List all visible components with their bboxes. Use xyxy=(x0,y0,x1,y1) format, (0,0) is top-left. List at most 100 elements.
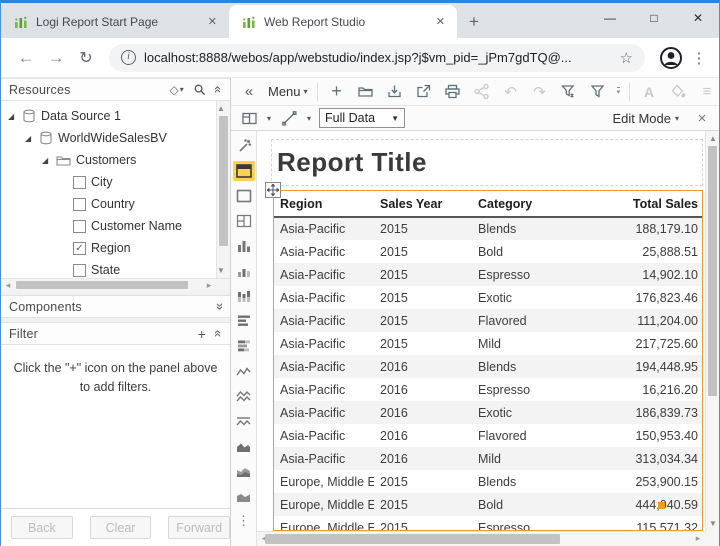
expand-icon[interactable]: ◢ xyxy=(25,134,34,143)
search-icon[interactable] xyxy=(193,83,206,96)
filter-panel-header[interactable]: Filter + « xyxy=(1,322,230,345)
share-icon[interactable] xyxy=(472,82,492,102)
url-text[interactable]: localhost:8888/webos/app/webstudio/index… xyxy=(144,50,612,65)
field-checkbox[interactable]: ✓ xyxy=(73,242,86,255)
scroll-right-icon[interactable]: ▸ xyxy=(691,533,705,544)
table-row[interactable]: Europe, Middle Ea2015Blends253,900.15 xyxy=(274,470,703,493)
resources-panel-header[interactable]: Resources ◇▾ « xyxy=(1,78,230,101)
tree-item-country[interactable]: Country xyxy=(1,193,216,215)
back-button[interactable]: Back xyxy=(11,516,73,539)
table-row[interactable]: Asia-Pacific2016Blends194,448.95 xyxy=(274,355,703,378)
field-checkbox[interactable] xyxy=(73,176,86,189)
benchmark-line-chart-icon[interactable] xyxy=(233,411,255,431)
table-row[interactable]: Asia-Pacific2015Bold25,888.51 xyxy=(274,240,703,263)
percent-area-chart-icon[interactable] xyxy=(233,486,255,506)
tree-item-data-source-1[interactable]: ◢Data Source 1 xyxy=(1,105,216,127)
tree-item-region[interactable]: ✓Region xyxy=(1,237,216,259)
filter-icon[interactable] xyxy=(588,82,608,102)
report-canvas[interactable]: Report Title Regio xyxy=(257,131,719,546)
close-report-icon[interactable]: × xyxy=(693,110,711,127)
column-header-region[interactable]: Region xyxy=(274,191,374,217)
scrollbar-thumb[interactable] xyxy=(265,534,560,544)
column-header-sales-year[interactable]: Sales Year xyxy=(374,191,472,217)
table-row[interactable]: Asia-Pacific2016Exotic186,839.73 xyxy=(274,401,703,424)
collapse-panel-icon[interactable]: « xyxy=(211,330,226,337)
line-chart-icon[interactable] xyxy=(233,361,255,381)
fill-color-icon[interactable] xyxy=(668,82,688,102)
canvas-vertical-scrollbar[interactable]: ▲ ▼ xyxy=(705,131,719,531)
column-header-category[interactable]: Category xyxy=(472,191,599,217)
bookmark-star-icon[interactable]: ☆ xyxy=(620,49,633,67)
sort-icon[interactable]: ◇▾ xyxy=(170,83,184,97)
multi-line-chart-icon[interactable] xyxy=(233,386,255,406)
menu-button[interactable]: Menu ▾ xyxy=(268,84,308,99)
site-info-icon[interactable]: i xyxy=(121,50,136,65)
edit-mode-button[interactable]: Edit Mode ▾ xyxy=(612,111,679,126)
table-row[interactable]: Asia-Pacific2016Flavored150,953.40 xyxy=(274,424,703,447)
minimize-button[interactable]: — xyxy=(603,11,617,25)
profile-avatar-icon[interactable] xyxy=(659,46,683,70)
table-row[interactable]: Asia-Pacific2015Mild217,725.60 xyxy=(274,332,703,355)
table-row[interactable]: Asia-Pacific2015Flavored111,204.00 xyxy=(274,309,703,332)
browser-tab-start-page[interactable]: Logi Report Start Page ✕ xyxy=(1,5,229,38)
tree-item-city[interactable]: City xyxy=(1,171,216,193)
scrollbar-thumb[interactable] xyxy=(16,281,188,289)
tree-vertical-scrollbar[interactable]: ▲ ▼ xyxy=(216,101,230,278)
canvas-horizontal-scrollbar[interactable]: ◂ ▸ xyxy=(257,531,705,546)
new-report-icon[interactable]: + xyxy=(327,82,347,102)
field-checkbox[interactable] xyxy=(73,198,86,211)
scroll-down-icon[interactable]: ▼ xyxy=(217,266,225,275)
layout-caret-icon[interactable]: ▾ xyxy=(267,114,271,123)
stacked-bar-chart-icon[interactable] xyxy=(233,261,255,281)
tree-item-customers[interactable]: ◢Customers xyxy=(1,149,216,171)
more-components-icon[interactable]: ⋮ xyxy=(233,511,255,531)
wizard-icon[interactable] xyxy=(233,136,255,156)
selection-resize-handle[interactable] xyxy=(658,502,665,509)
report-title[interactable]: Report Title xyxy=(277,147,427,178)
filter-options-icon[interactable]: ▾ xyxy=(617,87,621,96)
area-chart-icon[interactable] xyxy=(233,436,255,456)
align-icon[interactable]: ≡ xyxy=(697,82,717,102)
clear-button[interactable]: Clear xyxy=(90,516,152,539)
scroll-down-icon[interactable]: ▼ xyxy=(706,519,719,528)
expand-panel-icon[interactable]: « xyxy=(211,303,226,310)
table-row[interactable]: Asia-Pacific2015Blends188,179.10 xyxy=(274,217,703,240)
expand-icon[interactable]: ◢ xyxy=(8,112,17,121)
table-row[interactable]: Asia-Pacific2016Mild313,034.34 xyxy=(274,447,703,470)
tree-item-worldwidesalesbv[interactable]: ◢WorldWideSalesBV xyxy=(1,127,216,149)
export-icon[interactable] xyxy=(414,82,434,102)
table-row[interactable]: Asia-Pacific2015Exotic176,823.46 xyxy=(274,286,703,309)
table-row[interactable]: Europe, Middle Ea2015Bold444,040.59 xyxy=(274,493,703,516)
draw-line-icon[interactable] xyxy=(279,108,299,128)
redo-icon[interactable]: ↷ xyxy=(530,82,550,102)
field-checkbox[interactable] xyxy=(73,264,86,277)
maximize-button[interactable]: □ xyxy=(647,11,661,25)
new-tab-button[interactable]: + xyxy=(457,12,491,38)
field-checkbox[interactable] xyxy=(73,220,86,233)
report-table[interactable]: Region Sales Year Category Total Sales A… xyxy=(273,190,703,531)
page-layout-icon[interactable] xyxy=(239,108,259,128)
stacked-horizontal-bar-icon[interactable] xyxy=(233,336,255,356)
stacked-area-chart-icon[interactable] xyxy=(233,461,255,481)
scroll-right-icon[interactable]: ▸ xyxy=(202,280,216,291)
reload-icon[interactable]: ↻ xyxy=(71,48,101,68)
save-icon[interactable] xyxy=(385,82,405,102)
scroll-up-icon[interactable]: ▲ xyxy=(217,104,225,113)
collapse-sidebar-icon[interactable]: « xyxy=(239,82,259,102)
scrollbar-thumb[interactable] xyxy=(219,116,228,246)
nav-back-icon[interactable]: ← xyxy=(11,48,41,68)
browser-tab-web-report-studio[interactable]: Web Report Studio ✕ xyxy=(229,5,457,38)
data-mode-select[interactable]: Full Data ▼ xyxy=(319,108,405,128)
font-color-icon[interactable]: A xyxy=(639,82,659,102)
bar-chart-icon[interactable] xyxy=(233,236,255,256)
report-header-area[interactable]: Report Title xyxy=(271,139,703,186)
components-panel-header[interactable]: Components « xyxy=(1,295,230,318)
scroll-up-icon[interactable]: ▲ xyxy=(706,134,719,143)
forward-button[interactable]: Forward xyxy=(168,516,230,539)
close-window-button[interactable]: ✕ xyxy=(691,11,705,25)
table-row[interactable]: Asia-Pacific2016Espresso16,216.20 xyxy=(274,378,703,401)
tree-item-customer-name[interactable]: Customer Name xyxy=(1,215,216,237)
crosstab-icon[interactable] xyxy=(233,186,255,206)
open-report-icon[interactable] xyxy=(356,82,376,102)
nav-forward-icon[interactable]: → xyxy=(41,48,71,68)
